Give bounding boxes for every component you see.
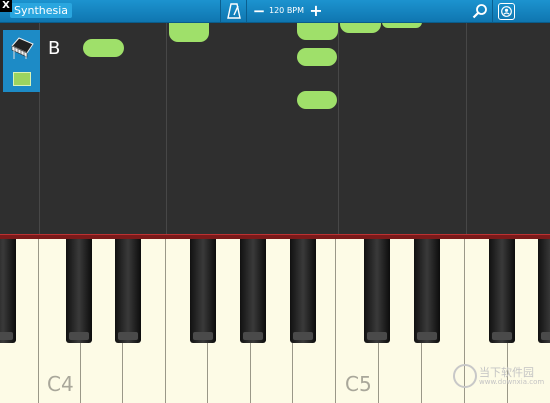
key-label-c5: C5 — [345, 372, 372, 396]
black-key[interactable] — [414, 239, 440, 343]
black-key[interactable] — [66, 239, 92, 343]
black-key[interactable] — [0, 239, 16, 343]
instrument-panel[interactable] — [3, 30, 40, 92]
falling-note — [83, 39, 124, 57]
falling-note — [297, 91, 337, 109]
metronome-icon[interactable] — [227, 3, 241, 19]
note-field — [0, 22, 550, 234]
tempo-label: 120 BPM — [269, 6, 305, 15]
watermark-url: www.downxia.com — [479, 378, 545, 386]
app: Synthesia X − 120 BPM + B C4 C5 当下软件园 ww… — [0, 0, 550, 403]
falling-note — [340, 22, 381, 33]
black-key[interactable] — [240, 239, 266, 343]
black-key[interactable] — [190, 239, 216, 343]
falling-note — [169, 22, 209, 42]
watermark: 当下软件园 www.downxia.com — [453, 362, 545, 392]
black-key[interactable] — [364, 239, 390, 343]
close-button[interactable]: X — [0, 0, 12, 12]
profile-icon[interactable] — [498, 3, 515, 20]
toolbar-divider — [492, 0, 493, 22]
black-key[interactable] — [290, 239, 316, 343]
toolbar-divider — [220, 0, 221, 22]
top-bar: Synthesia X − 120 BPM + — [0, 0, 550, 23]
falling-note — [297, 48, 337, 66]
key-label-c4: C4 — [47, 372, 74, 396]
toolbar-divider — [246, 0, 247, 22]
black-key[interactable] — [538, 239, 550, 343]
black-key[interactable] — [115, 239, 141, 343]
tempo-increase-button[interactable]: + — [308, 1, 324, 21]
falling-note — [297, 22, 338, 40]
bar-line — [166, 22, 167, 234]
current-note-label: B — [48, 38, 61, 59]
watermark-logo-icon — [453, 364, 477, 388]
bar-line — [338, 22, 339, 234]
color-swatch[interactable] — [13, 72, 31, 86]
app-title: Synthesia — [10, 3, 73, 18]
bar-line — [466, 22, 467, 234]
search-icon[interactable] — [472, 3, 488, 19]
piano-icon[interactable] — [9, 36, 35, 60]
tempo-decrease-button[interactable]: − — [252, 1, 266, 21]
black-key[interactable] — [489, 239, 515, 343]
